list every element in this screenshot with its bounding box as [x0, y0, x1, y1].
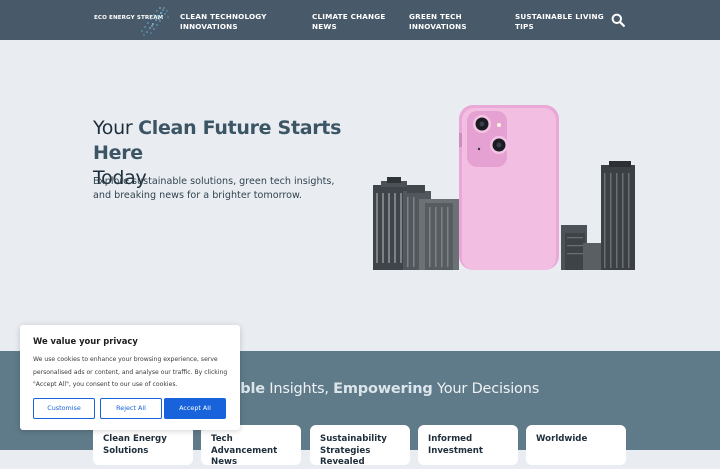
site-header: ECO ENERGY STREAM CLEAN TECHNOLOGY INNOV…	[0, 0, 720, 40]
feature-card-tech-advancement-news[interactable]: Tech Advancement News	[201, 425, 301, 467]
feature-card-informed-investment[interactable]: Informed Investment	[418, 425, 518, 465]
nav-label-line2: INNOVATIONS	[180, 21, 238, 31]
feature-card-clean-energy-solutions[interactable]: Clean Energy Solutions	[93, 425, 193, 465]
nav-label-line2: NEWS	[312, 21, 337, 31]
card-title-line1: Clean Energy	[103, 434, 167, 444]
card-title-line1: Informed	[428, 434, 473, 444]
card-title-line1: Tech Advancement	[211, 434, 278, 456]
nav-label-line1: CLIMATE CHANGE	[312, 12, 386, 21]
nav-label-line2: TIPS	[515, 21, 534, 31]
heading-part: Empowering	[333, 381, 433, 397]
card-title-line1: Worldwide	[536, 434, 588, 444]
card-title-line2: Solutions	[103, 445, 149, 456]
cookie-title: We value your privacy	[33, 336, 138, 346]
reject-all-button[interactable]: Reject All	[100, 398, 162, 419]
hero-title-prefix: Your	[93, 117, 139, 139]
search-button[interactable]	[611, 12, 627, 28]
nav-green-tech-innovations[interactable]: GREEN TECH INNOVATIONS	[409, 12, 467, 31]
card-title-line1: Sustainability	[320, 434, 387, 444]
nav-climate-change-news[interactable]: CLIMATE CHANGE NEWS	[312, 12, 385, 31]
heading-part: Insights,	[264, 381, 334, 397]
heading-part: Your Decisions	[432, 381, 540, 397]
nav-label-line2: INNOVATIONS	[409, 21, 467, 31]
card-title-line2: Strategies Revealed	[320, 445, 371, 468]
hero-image	[373, 105, 635, 270]
nav-label-line1: CLEAN TECHNOLOGY	[180, 12, 267, 21]
feature-card-worldwide[interactable]: Worldwide	[526, 425, 626, 465]
skyscraper-group-left	[373, 177, 459, 270]
feature-card-sustainability-strategies[interactable]: Sustainability Strategies Revealed	[310, 425, 410, 467]
skyscraper-group-right	[561, 161, 635, 270]
search-icon	[611, 13, 625, 27]
nav-label-line1: SUSTAINABLE LIVING	[515, 12, 604, 21]
nav-clean-technology-innovations[interactable]: CLEAN TECHNOLOGY INNOVATIONS	[180, 12, 267, 31]
customise-button[interactable]: Customise	[33, 398, 95, 419]
card-title-line2: Investment	[428, 445, 483, 456]
cookie-consent-dialog: We value your privacy We use cookies to …	[20, 325, 240, 430]
cookie-text: We use cookies to enhance your browsing …	[33, 356, 228, 388]
nav-sustainable-living-tips[interactable]: SUSTAINABLE LIVING TIPS	[515, 12, 604, 31]
logo-dots-graphic	[141, 7, 169, 36]
accept-all-button[interactable]: Accept All	[164, 398, 226, 419]
nav-label-line1: GREEN TECH	[409, 12, 462, 21]
card-title-line2: News	[211, 457, 238, 467]
hero-subtitle: Explore sustainable solutions, green tec…	[93, 176, 335, 201]
smartphone	[459, 105, 559, 270]
site-logo[interactable]: ECO ENERGY STREAM	[92, 5, 172, 36]
